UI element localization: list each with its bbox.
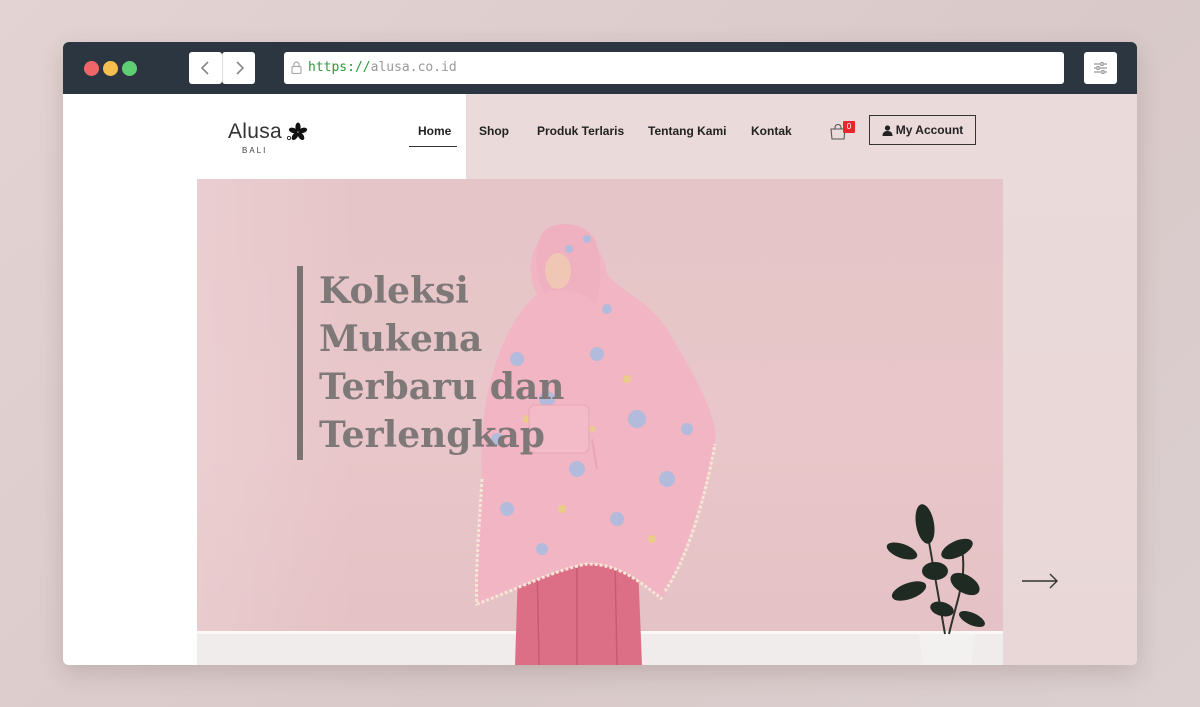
user-icon: [882, 124, 893, 136]
hero-slider: Koleksi Mukena Terbaru dan Terlengkap: [197, 179, 1003, 665]
nav-home-underline: [409, 146, 457, 147]
url-host: alusa.co.id: [370, 60, 457, 75]
hero-headline: Koleksi Mukena Terbaru dan Terlengkap: [319, 270, 565, 456]
browser-window: https://alusa.co.id Alusa BALI Home Shop…: [63, 42, 1137, 665]
sliders-icon: [1094, 62, 1107, 74]
site-logo[interactable]: Alusa BALI: [228, 108, 318, 158]
maximize-window-button[interactable]: [122, 61, 137, 76]
close-window-button[interactable]: [84, 61, 99, 76]
chevron-left-icon: [200, 61, 209, 75]
back-button[interactable]: [189, 52, 222, 84]
chevron-right-icon: [236, 61, 245, 75]
model-mukena-image: [474, 224, 985, 665]
web-page: Alusa BALI Home Shop Produk Terlaris Ten…: [63, 94, 1137, 665]
minimize-window-button[interactable]: [103, 61, 118, 76]
my-account-button[interactable]: My Account: [869, 115, 976, 145]
logo-subtitle: BALI: [242, 146, 268, 155]
settings-button[interactable]: [1084, 52, 1117, 84]
arrow-right-icon[interactable]: [1020, 571, 1060, 591]
nav-shop[interactable]: Shop: [479, 124, 509, 138]
nav-produk-terlaris[interactable]: Produk Terlaris: [537, 124, 624, 138]
flower-logo-icon: [287, 122, 308, 140]
logo-wordmark: Alusa: [228, 120, 283, 143]
nav-tentang-kami[interactable]: Tentang Kami: [648, 124, 726, 138]
nav-home[interactable]: Home: [418, 124, 451, 138]
lock-icon: [291, 61, 302, 74]
url-scheme: https://: [308, 60, 371, 75]
headline-accent-bar: [297, 266, 303, 460]
nav-kontak[interactable]: Kontak: [751, 124, 792, 138]
cart-count-badge: 0: [843, 121, 855, 133]
address-bar[interactable]: https://alusa.co.id: [284, 52, 1064, 84]
my-account-label: My Account: [895, 123, 964, 137]
forward-button[interactable]: [222, 52, 255, 84]
browser-toolbar: https://alusa.co.id: [63, 42, 1137, 94]
